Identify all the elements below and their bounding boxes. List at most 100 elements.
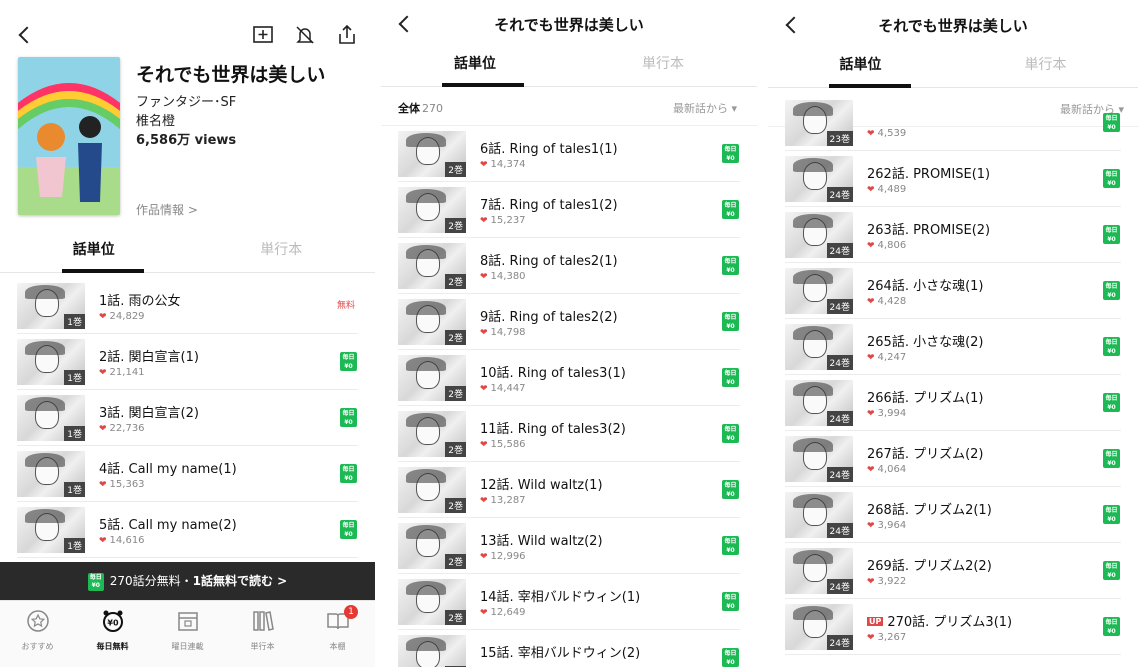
series-title: それでも世界は美しい [494,16,644,34]
episode-row[interactable]: 24巻 264話. 小さな魂(1) ❤ 4,428 毎日 ¥0 [785,263,1121,319]
episode-list-panel-top: それでも世界は美しい 話単位 単行本 全体 270 最新話から ▾ 2巻 6話. R… [381,0,757,667]
episode-row[interactable]: 23巻 ❤ 4,539 毎日 ¥0 [785,95,1121,151]
heart-icon: ❤ [480,216,488,226]
heart-icon: ❤ [867,521,875,531]
volume-label: 24巻 [826,523,853,538]
episode-row[interactable]: 24巻 268話. プリズム2(1) ❤ 3,964 毎日 ¥0 [785,487,1121,543]
volume-label: 24巻 [826,635,853,650]
notification-off-icon[interactable] [294,24,316,46]
add-bookmark-icon[interactable] [252,24,274,46]
heart-icon: ❤ [867,353,875,363]
episode-row[interactable]: 1巻 4話. Call my name(1) ❤ 15,363 毎日 ¥0 [17,446,358,502]
tab-volumes[interactable]: 単行本 [953,48,1138,87]
heart-icon: ❤ [99,536,107,546]
volume-label: 2巻 [445,498,466,513]
daily-free-badge: 毎日 ¥0 [1103,113,1120,132]
episode-row[interactable]: 2巻 6話. Ring of tales1(1) ❤ 14,374 毎日 ¥0 [398,126,740,182]
daily-free-badge: 毎日 ¥0 [340,464,357,483]
volume-label: 1巻 [64,538,85,553]
tab-episodes[interactable]: 話単位 [768,48,953,87]
episode-row[interactable]: 2巻 13話. Wild waltz(2) ❤ 12,996 毎日 ¥0 [398,518,740,574]
free-label: 無料 [336,301,355,311]
active-tab-indicator [62,269,144,273]
svg-text:¥0: ¥0 [107,619,119,628]
episode-title-text: 265話. 小さな魂(2) [867,335,984,350]
episode-title-text: 10話. Ring of tales3(1) [480,366,626,381]
episode-title-text: 270話. プリズム3(1) [887,615,1013,630]
heart-icon: ❤ [867,465,875,475]
heart-icon: ❤ [867,409,875,419]
episode-row[interactable]: 2巻 11話. Ring of tales3(2) ❤ 15,586 毎日 ¥0 [398,406,740,462]
heart-icon: ❤ [867,297,875,307]
like-count: ❤ 22,736 [99,423,145,434]
nav-recommend[interactable]: おすすめ [0,609,75,652]
tab-episodes[interactable]: 話単位 [381,47,569,86]
episode-thumbnail: 2巻 [398,523,466,569]
nav-volumes[interactable]: 単行本 [225,609,300,652]
daily-free-badge: 毎日 ¥0 [722,368,739,387]
episode-title: 265話. 小さな魂(2) [867,331,984,350]
tab-volumes[interactable]: 単行本 [569,47,757,86]
episode-row[interactable]: 1巻 3話. 関白宣言(2) ❤ 22,736 毎日 ¥0 [17,390,358,446]
episode-title: 262話. PROMISE(1) [867,163,990,182]
episode-row[interactable]: 24巻 269話. プリズム2(2) ❤ 3,922 毎日 ¥0 [785,543,1121,599]
volume-label: 1巻 [64,482,85,497]
volume-label: 24巻 [826,467,853,482]
episode-row[interactable]: 2巻 8話. Ring of tales2(1) ❤ 14,380 毎日 ¥0 [398,238,740,294]
daily-free-badge: 毎日 ¥0 [340,352,357,371]
episode-title-text: 11話. Ring of tales3(2) [480,422,626,437]
list-header: 全体270 最新話から ▾ [381,88,757,126]
episode-row[interactable]: 24巻 266話. プリズム(1) ❤ 3,994 毎日 ¥0 [785,375,1121,431]
episode-title: 268話. プリズム2(1) [867,499,992,518]
series-info-link[interactable]: 作品情報 > [136,201,198,218]
tab-episodes[interactable]: 話単位 [0,233,188,272]
episode-title: 10話. Ring of tales3(1) [480,362,626,381]
share-icon[interactable] [336,24,358,46]
volume-label: 24巻 [826,411,853,426]
episode-row[interactable]: 24巻 265話. 小さな魂(2) ❤ 4,247 毎日 ¥0 [785,319,1121,375]
episode-title: 7話. Ring of tales1(2) [480,194,618,213]
episode-thumbnail: 1巻 [17,339,85,385]
episode-thumbnail: 2巻 [398,299,466,345]
episode-title-text: 268話. プリズム2(1) [867,503,992,518]
episode-row[interactable]: 24巻 UP 270話. プリズム3(1) ❤ 3,267 毎日 ¥0 [785,599,1121,655]
episode-row[interactable]: 2巻 10話. Ring of tales3(1) ❤ 14,447 毎日 ¥0 [398,350,740,406]
episode-row[interactable]: 2巻 15話. 宰相バルドウィン(2) 毎日 ¥0 [398,630,740,667]
nav-bookshelf[interactable]: 1 本棚 [300,605,375,652]
like-count: ❤ 15,237 [480,215,526,226]
author[interactable]: 椎名橙 [136,110,175,129]
volume-label: 2巻 [445,218,466,233]
heart-icon: ❤ [480,440,488,450]
volume-label: 24巻 [826,299,853,314]
tab-bar: 話単位 単行本 [0,233,375,273]
free-read-banner[interactable]: 毎日 ¥0 270話分無料・1話無料で読む > [0,562,375,600]
volume-label: 1巻 [64,426,85,441]
episode-row[interactable]: 24巻 267話. プリズム(2) ❤ 4,064 毎日 ¥0 [785,431,1121,487]
tab-volumes[interactable]: 単行本 [188,233,376,272]
like-count: ❤ 3,267 [867,632,907,643]
episode-row[interactable]: 2巻 7話. Ring of tales1(2) ❤ 15,237 毎日 ¥0 [398,182,740,238]
back-icon[interactable] [18,26,36,44]
like-count: ❤ 12,649 [480,607,526,618]
episode-title-text: 12話. Wild waltz(1) [480,478,603,493]
heart-icon: ❤ [480,272,488,282]
daily-free-badge: 毎日 ¥0 [722,256,739,275]
episode-row[interactable]: 2巻 12話. Wild waltz(1) ❤ 13,287 毎日 ¥0 [398,462,740,518]
like-count: ❤ 14,616 [99,535,145,546]
heart-icon: ❤ [99,312,107,322]
like-count: ❤ 24,829 [99,311,145,322]
like-count: ❤ 12,996 [480,551,526,562]
nav-daily-free[interactable]: ¥0 毎日無料 [75,609,150,652]
episode-title-text: 3話. 関白宣言(2) [99,406,199,421]
episode-row[interactable]: 1巻 2話. 関白宣言(1) ❤ 21,141 毎日 ¥0 [17,334,358,390]
sort-dropdown[interactable]: 最新話から ▾ [673,100,737,116]
episode-row[interactable]: 1巻 1話. 雨の公女 ❤ 24,829 無料 [17,278,358,334]
nav-weekly[interactable]: 曜日連載 [150,609,225,652]
episode-row[interactable]: 2巻 9話. Ring of tales2(2) ❤ 14,798 毎日 ¥0 [398,294,740,350]
episode-row[interactable]: 2巻 14話. 宰相バルドウィン(1) ❤ 12,649 毎日 ¥0 [398,574,740,630]
episode-thumbnail: 24巻 [785,268,853,314]
episode-title: 266話. プリズム(1) [867,387,984,406]
episode-row[interactable]: 24巻 263話. PROMISE(2) ❤ 4,806 毎日 ¥0 [785,207,1121,263]
episode-row[interactable]: 1巻 5話. Call my name(2) ❤ 14,616 毎日 ¥0 [17,502,358,558]
episode-row[interactable]: 24巻 262話. PROMISE(1) ❤ 4,489 毎日 ¥0 [785,151,1121,207]
